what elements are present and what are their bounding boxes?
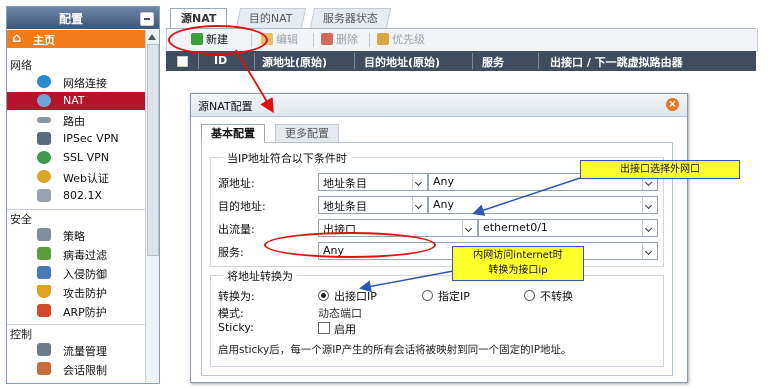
arrow-to-dialog [235, 49, 274, 114]
callout-translate: 内网访问internet时 转换为接口ip [452, 246, 584, 281]
callout-line-1: 内网访问internet时 [473, 250, 563, 261]
highlight-service [264, 232, 436, 258]
annotation-arrows [235, 49, 581, 293]
highlight-new-button [168, 25, 268, 55]
callout-line-2: 转换为接口ip [488, 265, 548, 276]
callout-egress: 出接口选择外网口 [580, 160, 740, 179]
arrow-to-egress [472, 177, 581, 216]
